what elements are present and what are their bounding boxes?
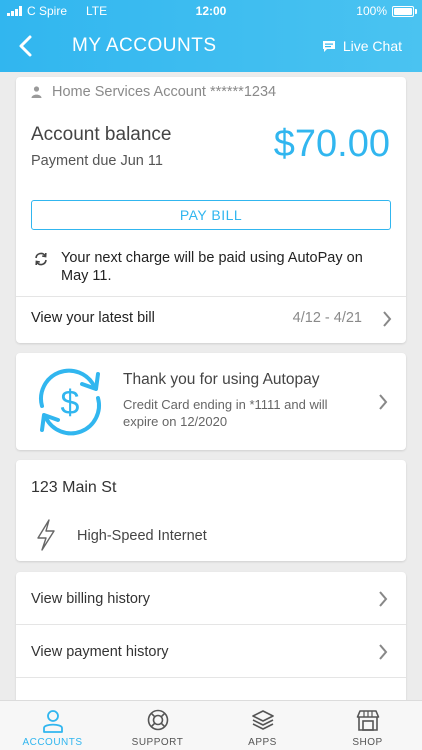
- autopay-notice-text: Your next charge will be paid using Auto…: [61, 250, 363, 284]
- refresh-icon: [35, 252, 47, 266]
- chevron-right-icon: [383, 311, 392, 327]
- live-chat-label: Live Chat: [342, 38, 402, 54]
- autopay-title: Thank you for using Autopay: [123, 371, 320, 388]
- service-name: High-Speed Internet: [77, 528, 207, 544]
- tab-bar: ACCOUNTS SUPPORT APPS SHOP: [0, 700, 422, 750]
- billing-history-label: View billing history: [31, 591, 151, 607]
- tab-label: ACCOUNTS: [22, 737, 83, 748]
- balance-amount: $70.00: [273, 123, 390, 165]
- battery-percent: 100%: [356, 4, 387, 18]
- autopay-detail: Credit Card ending in *1111 and will exp…: [123, 397, 328, 429]
- account-balance-label: Account balance: [31, 124, 172, 145]
- battery-status: 100%: [356, 4, 417, 18]
- payment-due-label: Payment due Jun 11: [31, 153, 163, 169]
- tab-support[interactable]: SUPPORT: [105, 701, 210, 750]
- payment-history-link[interactable]: View payment history: [16, 625, 406, 677]
- lightning-icon: [37, 519, 55, 551]
- account-header: Home Services Account ******1234: [31, 84, 276, 100]
- live-chat-button[interactable]: Live Chat: [322, 38, 402, 54]
- divider: [16, 677, 406, 678]
- account-card: Home Services Account ******1234 Account…: [16, 77, 406, 343]
- service-address: 123 Main St: [31, 479, 117, 496]
- tab-accounts[interactable]: ACCOUNTS: [0, 701, 105, 750]
- history-links-card: View billing history View payment histor…: [16, 572, 406, 712]
- view-latest-bill-row[interactable]: View your latest bill 4/12 - 4/21: [16, 296, 406, 343]
- chevron-right-icon: [379, 394, 388, 410]
- tab-apps[interactable]: APPS: [210, 701, 315, 750]
- service-address-card[interactable]: 123 Main St High-Speed Internet: [16, 460, 406, 561]
- chevron-right-icon: [379, 591, 388, 607]
- tab-label: SUPPORT: [131, 737, 184, 748]
- person-icon: [42, 710, 63, 733]
- layers-icon: [251, 710, 274, 730]
- nav-bar: MY ACCOUNTS Live Chat: [0, 22, 422, 72]
- person-icon: [31, 86, 42, 98]
- battery-icon: [392, 5, 417, 17]
- autopay-card[interactable]: $ Thank you for using Autopay Credit Car…: [16, 353, 406, 450]
- back-button[interactable]: [14, 33, 40, 59]
- latest-bill-label: View your latest bill: [31, 310, 155, 326]
- chevron-right-icon: [379, 644, 388, 660]
- status-bar: C Spire LTE 12:00 100%: [0, 0, 422, 22]
- page-title: MY ACCOUNTS: [72, 35, 217, 56]
- account-name: Home Services Account ******1234: [52, 84, 277, 100]
- payment-history-label: View payment history: [31, 644, 169, 660]
- chat-bubble-icon: [322, 40, 335, 52]
- tab-shop[interactable]: SHOP: [315, 701, 420, 750]
- tab-label: APPS: [248, 737, 277, 748]
- lifebuoy-icon: [147, 709, 168, 731]
- store-icon: [356, 710, 379, 731]
- autopay-dollar-icon: $: [39, 368, 101, 436]
- svg-text:$: $: [61, 384, 80, 422]
- tab-label: SHOP: [352, 737, 383, 748]
- billing-history-link[interactable]: View billing history: [16, 572, 406, 624]
- pay-bill-button[interactable]: PAY BILL: [31, 200, 391, 230]
- app-header: C Spire LTE 12:00 100% MY ACCOUNTS Live …: [0, 0, 422, 72]
- latest-bill-range: 4/12 - 4/21: [292, 310, 362, 326]
- chevron-left-icon: [19, 35, 32, 57]
